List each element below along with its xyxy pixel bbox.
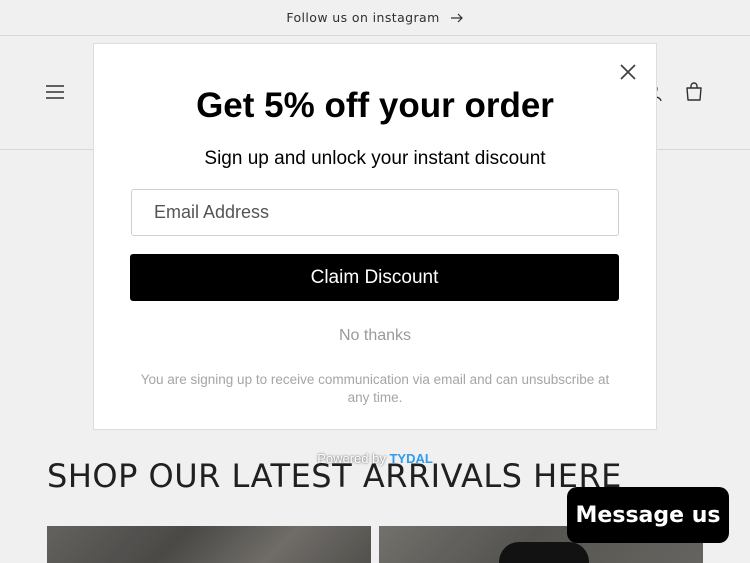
discount-popup: Get 5% off your order Sign up and unlock… xyxy=(94,44,656,429)
disclaimer-text: You are signing up to receive communicat… xyxy=(140,372,610,405)
email-field[interactable] xyxy=(131,189,619,236)
no-thanks-link[interactable]: No thanks xyxy=(94,327,656,345)
popup-title: Get 5% off your order xyxy=(196,86,554,125)
powered-by-prefix: Powered by xyxy=(317,451,386,466)
powered-by: Powered by TYDAL xyxy=(0,451,750,466)
close-icon[interactable] xyxy=(618,62,638,82)
claim-discount-button[interactable]: Claim Discount xyxy=(130,254,619,301)
message-us-button[interactable]: Message us xyxy=(567,487,729,543)
powered-by-brand-link[interactable]: TYDAL xyxy=(389,451,432,466)
popup-subtitle: Sign up and unlock your instant discount xyxy=(204,148,546,169)
